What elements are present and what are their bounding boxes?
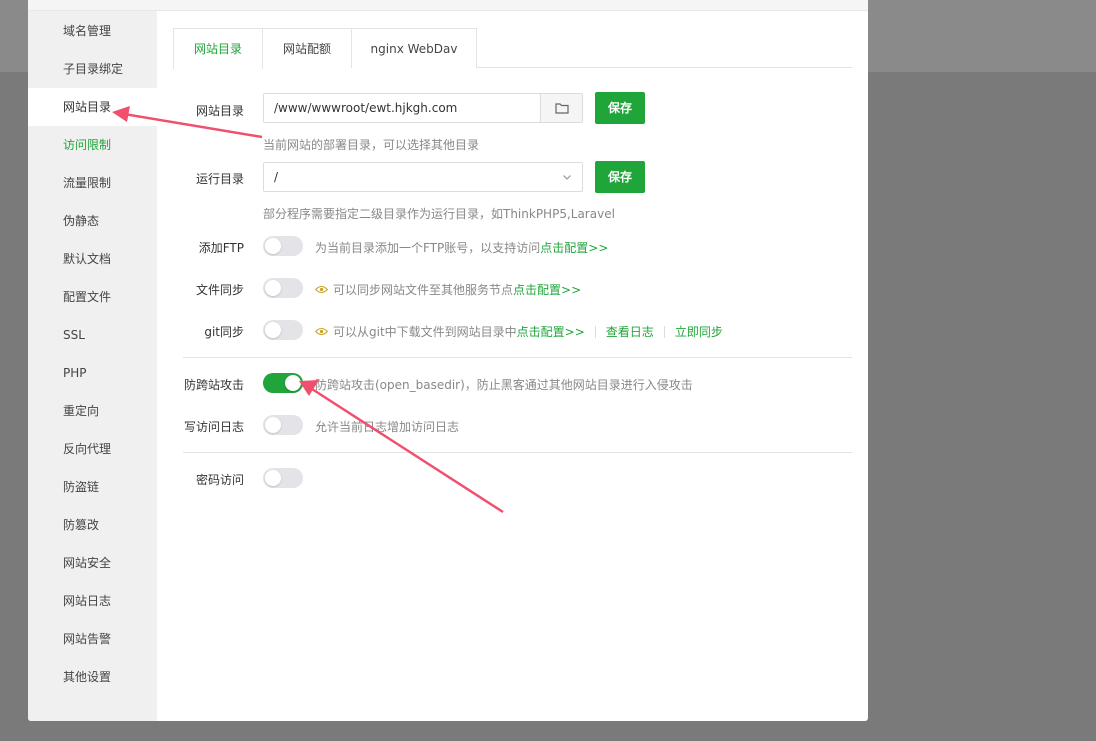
access-log-desc-text: 允许当前日志增加访问日志	[315, 420, 460, 434]
password-access-toggle[interactable]	[263, 468, 303, 488]
run-dir-value: /	[274, 170, 279, 184]
sidebar-item-access-limit[interactable]: 访问限制	[28, 126, 157, 164]
sidebar-item-site-log[interactable]: 网站日志	[28, 582, 157, 620]
divider	[663, 325, 665, 338]
sidebar-item-traffic-limit[interactable]: 流量限制	[28, 164, 157, 202]
sidebar-item-config-file[interactable]: 配置文件	[28, 278, 157, 316]
access-log-toggle[interactable]	[263, 415, 303, 435]
file-sync-toggle[interactable]	[263, 278, 303, 298]
add-ftp-toggle[interactable]	[263, 236, 303, 256]
file-sync-desc-text: 可以同步网站文件至其他服务节点	[333, 283, 514, 297]
chevron-down-icon	[563, 175, 571, 180]
anti-xss-desc: 防跨站攻击(open_basedir)，防止黑客通过其他网站目录进行入侵攻击	[315, 376, 693, 393]
file-sync-label: 文件同步	[195, 283, 244, 297]
sidebar-item-other-settings[interactable]: 其他设置	[28, 658, 157, 696]
save-site-dir-button[interactable]: 保存	[595, 92, 645, 124]
sidebar-item-subdir-binding[interactable]: 子目录绑定	[28, 50, 157, 88]
save-run-dir-button[interactable]: 保存	[595, 161, 645, 193]
sidebar-item-domain[interactable]: 域名管理	[28, 12, 157, 50]
sidebar-item-default-doc[interactable]: 默认文档	[28, 240, 157, 278]
eye-icon	[315, 285, 328, 294]
sidebar-item-tamper-proof[interactable]: 防篡改	[28, 506, 157, 544]
anti-xss-desc-text: 防跨站攻击(open_basedir)，防止黑客通过其他网站目录进行入侵攻击	[315, 378, 693, 392]
access-log-label: 写访问日志	[183, 420, 244, 434]
settings-content: 网站目录 网站配额 nginx WebDav 网站目录 /www/wwwroot…	[157, 11, 868, 721]
sync-now-link[interactable]: 立即同步	[675, 323, 723, 340]
git-sync-label: git同步	[204, 325, 244, 339]
settings-sidebar: 域名管理 子目录绑定 网站目录 访问限制 流量限制 伪静态 默认文档 配置文件 …	[28, 11, 157, 721]
folder-picker-button[interactable]	[540, 94, 582, 122]
file-sync-config-link[interactable]: 点击配置>>	[513, 281, 581, 298]
add-ftp-label: 添加FTP	[198, 241, 244, 255]
run-dir-hint: 部分程序需要指定二级目录作为运行目录，如ThinkPHP5,Laravel	[263, 207, 615, 221]
run-dir-label: 运行目录	[195, 172, 244, 186]
tab-site-directory[interactable]: 网站目录	[173, 28, 263, 69]
git-sync-desc-text: 可以从git中下载文件到网站目录中	[333, 325, 517, 339]
run-dir-select[interactable]: /	[263, 162, 583, 192]
section-divider	[183, 452, 852, 453]
file-sync-desc: 可以同步网站文件至其他服务节点 点击配置>>	[315, 281, 581, 298]
access-log-desc: 允许当前日志增加访问日志	[315, 418, 459, 435]
section-divider	[183, 357, 852, 358]
sidebar-item-reverse-proxy[interactable]: 反向代理	[28, 430, 157, 468]
tab-site-quota[interactable]: 网站配额	[262, 28, 352, 68]
tab-bar: 网站目录 网站配额 nginx WebDav	[173, 28, 852, 69]
anti-xss-toggle[interactable]	[263, 373, 303, 393]
modal-header	[28, 0, 868, 11]
eye-icon	[315, 327, 328, 336]
sidebar-item-hotlink[interactable]: 防盗链	[28, 468, 157, 506]
view-log-link[interactable]: 查看日志	[606, 323, 654, 340]
git-sync-desc: 可以从git中下载文件到网站目录中 点击配置>> 查看日志 立即同步	[315, 323, 723, 340]
toggle-knob	[265, 417, 281, 433]
site-settings-modal: 域名管理 子目录绑定 网站目录 访问限制 流量限制 伪静态 默认文档 配置文件 …	[28, 0, 868, 721]
site-dir-value: /www/wwwroot/ewt.hjkgh.com	[274, 101, 458, 115]
toggle-knob	[265, 322, 281, 338]
sidebar-item-site-directory[interactable]: 网站目录	[28, 88, 157, 126]
site-dir-input[interactable]: /www/wwwroot/ewt.hjkgh.com	[263, 93, 583, 123]
sidebar-item-ssl[interactable]: SSL	[28, 316, 157, 354]
toggle-knob	[265, 238, 281, 254]
add-ftp-desc: 为当前目录添加一个FTP账号，以支持访问 点击配置>>	[315, 239, 608, 256]
sidebar-item-redirect[interactable]: 重定向	[28, 392, 157, 430]
git-sync-toggle[interactable]	[263, 320, 303, 340]
git-sync-config-link[interactable]: 点击配置>>	[517, 323, 585, 340]
site-dir-hint: 当前网站的部署目录，可以选择其他目录	[263, 138, 480, 152]
toggle-knob	[265, 280, 281, 296]
tab-nginx-webdav[interactable]: nginx WebDav	[351, 28, 477, 68]
toggle-knob	[285, 375, 301, 391]
sidebar-item-php[interactable]: PHP	[28, 354, 157, 392]
toggle-knob	[265, 470, 281, 486]
add-ftp-desc-text: 为当前目录添加一个FTP账号，以支持访问	[315, 241, 541, 255]
add-ftp-config-link[interactable]: 点击配置>>	[540, 239, 608, 256]
sidebar-item-site-alert[interactable]: 网站告警	[28, 620, 157, 658]
sidebar-item-site-security[interactable]: 网站安全	[28, 544, 157, 582]
folder-icon	[554, 103, 569, 114]
sidebar-item-rewrite[interactable]: 伪静态	[28, 202, 157, 240]
divider	[594, 325, 596, 338]
site-dir-label: 网站目录	[195, 104, 244, 118]
password-access-label: 密码访问	[195, 473, 244, 487]
anti-xss-label: 防跨站攻击	[183, 378, 244, 392]
